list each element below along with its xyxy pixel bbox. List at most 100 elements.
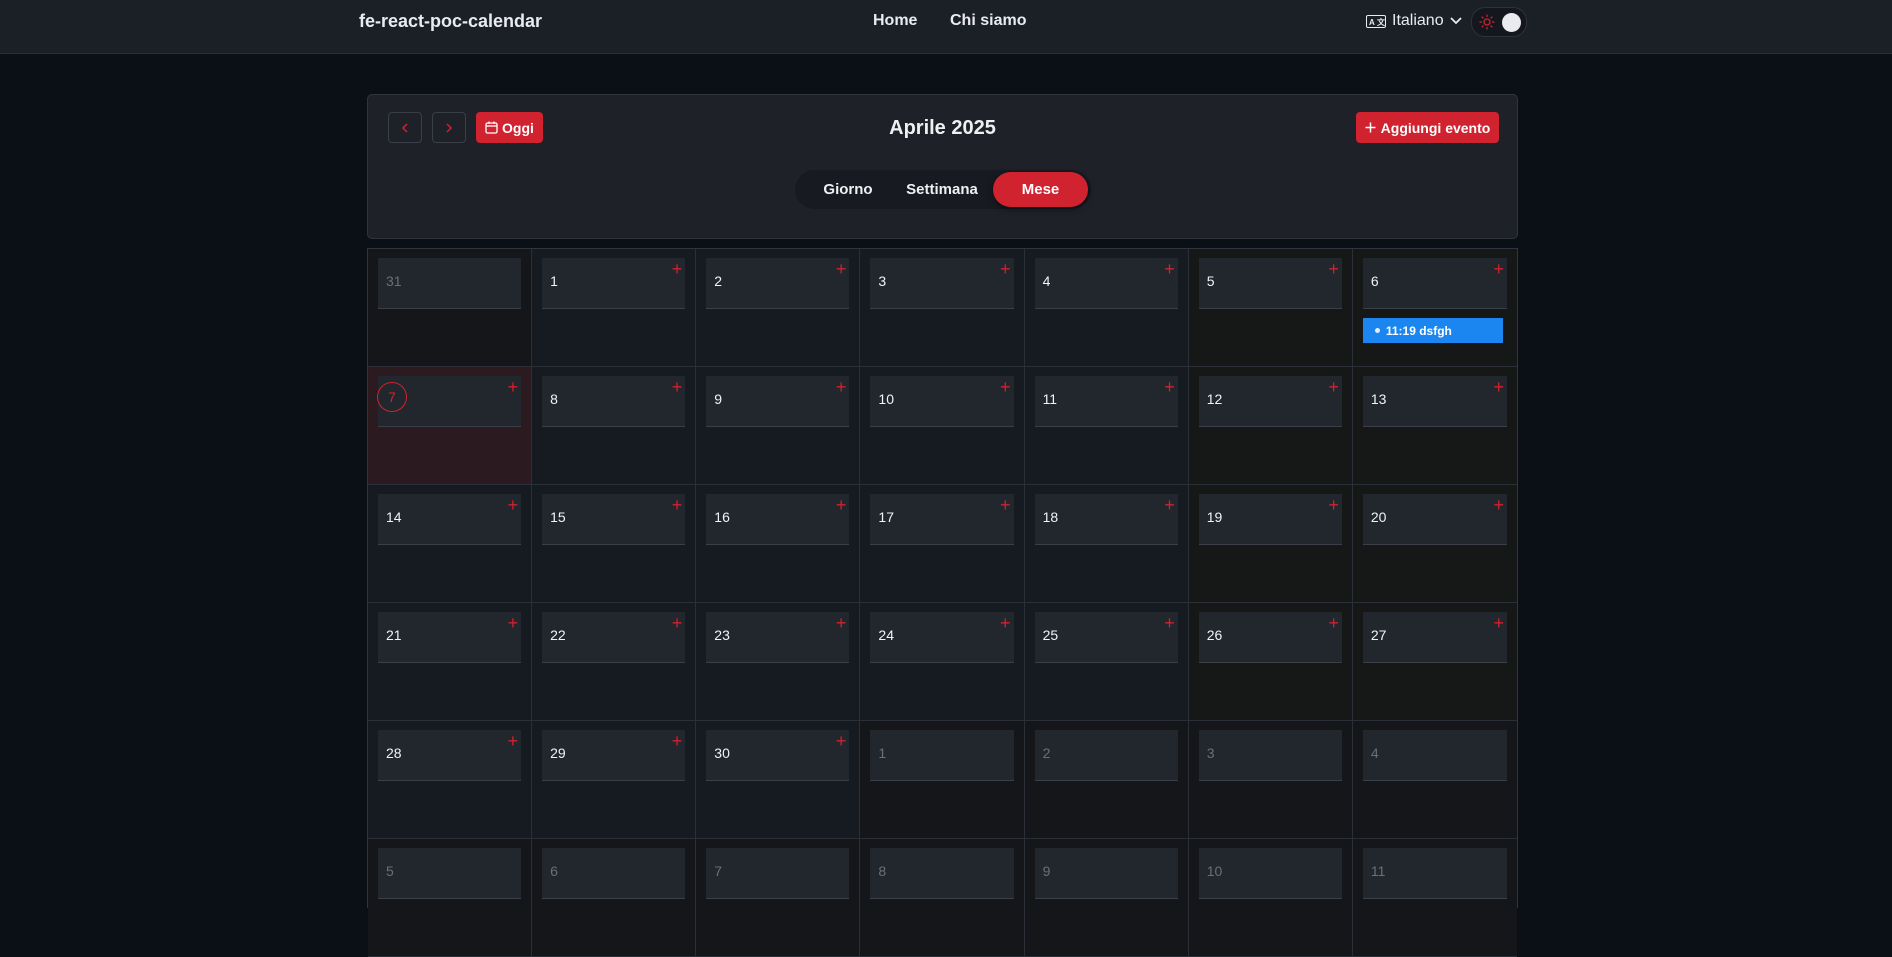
day-cell[interactable]: 1 + bbox=[532, 249, 697, 367]
add-event-icon[interactable]: + bbox=[1164, 614, 1175, 632]
add-event-icon[interactable]: + bbox=[1493, 378, 1504, 396]
day-cell[interactable]: 29 + bbox=[532, 721, 697, 839]
day-cell[interactable]: 5 + bbox=[1188, 249, 1353, 367]
day-header: 19 + bbox=[1198, 494, 1342, 545]
day-cell[interactable]: 25 + bbox=[1024, 603, 1189, 721]
day-cell[interactable]: 28 + bbox=[368, 721, 533, 839]
day-cell[interactable]: 14 + bbox=[368, 485, 533, 603]
add-event-icon[interactable]: + bbox=[836, 732, 847, 750]
day-number: 12 bbox=[1206, 391, 1223, 407]
day-cell[interactable]: 26 + bbox=[1188, 603, 1353, 721]
day-cell[interactable]: 6 bbox=[532, 839, 697, 957]
day-cell[interactable]: 1 bbox=[860, 721, 1025, 839]
add-event-icon[interactable]: + bbox=[1328, 614, 1339, 632]
day-cell[interactable]: 3 + bbox=[860, 249, 1025, 367]
day-cell[interactable]: 4 + bbox=[1024, 249, 1189, 367]
add-event-icon[interactable]: + bbox=[1000, 260, 1011, 278]
nav-link-home[interactable]: Home bbox=[873, 12, 917, 30]
day-cell[interactable]: 7 bbox=[696, 839, 861, 957]
add-event-icon[interactable]: + bbox=[1164, 378, 1175, 396]
day-cell[interactable]: 8 bbox=[860, 839, 1025, 957]
add-event-icon[interactable]: + bbox=[508, 614, 519, 632]
add-event-icon[interactable]: + bbox=[1493, 260, 1504, 278]
add-event-icon[interactable]: + bbox=[1328, 496, 1339, 514]
view-switcher: Giorno Settimana Mese bbox=[795, 170, 1091, 209]
add-event-icon[interactable]: + bbox=[836, 260, 847, 278]
add-event-button[interactable]: Aggiungi evento bbox=[1356, 112, 1499, 143]
event-chip[interactable]: 11:19 dsfgh bbox=[1362, 318, 1503, 343]
add-event-icon[interactable]: + bbox=[672, 496, 683, 514]
day-number: 18 bbox=[1042, 509, 1059, 525]
day-cell[interactable]: 30 + bbox=[696, 721, 861, 839]
day-cell[interactable]: 19 + bbox=[1188, 485, 1353, 603]
add-event-icon[interactable]: + bbox=[1328, 260, 1339, 278]
add-event-icon[interactable]: + bbox=[836, 378, 847, 396]
view-day-tab[interactable]: Giorno bbox=[809, 172, 887, 207]
add-event-icon[interactable]: + bbox=[836, 496, 847, 514]
language-selector[interactable]: A 文 Italiano bbox=[1366, 12, 1462, 30]
day-header: 26 + bbox=[1198, 612, 1342, 663]
view-month-tab[interactable]: Mese bbox=[993, 172, 1088, 207]
day-cell[interactable]: 2 bbox=[1024, 721, 1189, 839]
day-cell[interactable]: 11 + bbox=[1024, 367, 1189, 485]
day-number: 6 bbox=[550, 863, 558, 879]
add-event-icon[interactable]: + bbox=[1328, 378, 1339, 396]
add-event-icon[interactable]: + bbox=[1000, 378, 1011, 396]
day-cell[interactable]: 15 + bbox=[532, 485, 697, 603]
day-header: 6 bbox=[542, 848, 686, 899]
day-cell[interactable]: 6 +11:19 dsfgh bbox=[1352, 249, 1517, 367]
day-cell[interactable]: 10 + bbox=[860, 367, 1025, 485]
day-cell[interactable]: 4 bbox=[1352, 721, 1517, 839]
day-header: 1 bbox=[870, 730, 1014, 781]
day-cell[interactable]: 9 + bbox=[696, 367, 861, 485]
day-number: 6 bbox=[1370, 273, 1379, 289]
day-cell[interactable]: 27 + bbox=[1352, 603, 1517, 721]
add-event-icon[interactable]: + bbox=[672, 378, 683, 396]
day-header: 13 + bbox=[1362, 376, 1507, 427]
add-event-icon[interactable]: + bbox=[672, 260, 683, 278]
day-cell[interactable]: 7 + bbox=[368, 367, 533, 485]
day-cell[interactable]: 22 + bbox=[532, 603, 697, 721]
add-event-icon[interactable]: + bbox=[508, 732, 519, 750]
svg-text:文: 文 bbox=[1377, 17, 1386, 27]
day-number: 8 bbox=[550, 391, 558, 407]
day-cell[interactable]: 17 + bbox=[860, 485, 1025, 603]
add-event-icon[interactable]: + bbox=[1164, 496, 1175, 514]
add-event-icon[interactable]: + bbox=[672, 614, 683, 632]
add-event-icon[interactable]: + bbox=[1000, 496, 1011, 514]
day-cell[interactable]: 10 bbox=[1188, 839, 1353, 957]
add-event-icon[interactable]: + bbox=[1000, 614, 1011, 632]
day-cell[interactable]: 31 bbox=[368, 249, 533, 367]
day-cell[interactable]: 13 + bbox=[1352, 367, 1517, 485]
add-event-label: Aggiungi evento bbox=[1380, 119, 1491, 136]
theme-toggle[interactable] bbox=[1471, 7, 1527, 37]
nav-link-chi-siamo[interactable]: Chi siamo bbox=[950, 12, 1026, 30]
add-event-icon[interactable]: + bbox=[508, 496, 519, 514]
add-event-icon[interactable]: + bbox=[1493, 496, 1504, 514]
day-cell[interactable]: 16 + bbox=[696, 485, 861, 603]
day-cell[interactable]: 8 + bbox=[532, 367, 697, 485]
day-number: 25 bbox=[1042, 627, 1059, 643]
brand-title[interactable]: fe-react-poc-calendar bbox=[359, 11, 542, 32]
day-cell[interactable]: 21 + bbox=[368, 603, 533, 721]
add-event-icon[interactable]: + bbox=[1493, 614, 1504, 632]
day-cell[interactable]: 18 + bbox=[1024, 485, 1189, 603]
day-cell[interactable]: 11 bbox=[1352, 839, 1517, 957]
day-cell[interactable]: 5 bbox=[368, 839, 533, 957]
view-week-tab[interactable]: Settimana bbox=[897, 172, 987, 207]
day-header: 31 bbox=[378, 258, 522, 309]
add-event-icon[interactable]: + bbox=[508, 378, 519, 396]
day-cell[interactable]: 3 bbox=[1188, 721, 1353, 839]
add-event-icon[interactable]: + bbox=[1164, 260, 1175, 278]
day-number: 16 bbox=[714, 509, 730, 525]
day-cell[interactable]: 24 + bbox=[860, 603, 1025, 721]
day-number: 9 bbox=[1042, 863, 1051, 879]
add-event-icon[interactable]: + bbox=[672, 732, 683, 750]
day-cell[interactable]: 2 + bbox=[696, 249, 861, 367]
day-cell[interactable]: 12 + bbox=[1188, 367, 1353, 485]
add-event-icon[interactable]: + bbox=[836, 614, 847, 632]
day-cell[interactable]: 23 + bbox=[696, 603, 861, 721]
day-cell[interactable]: 20 + bbox=[1352, 485, 1517, 603]
day-header: 5 bbox=[378, 848, 522, 899]
day-cell[interactable]: 9 bbox=[1024, 839, 1189, 957]
